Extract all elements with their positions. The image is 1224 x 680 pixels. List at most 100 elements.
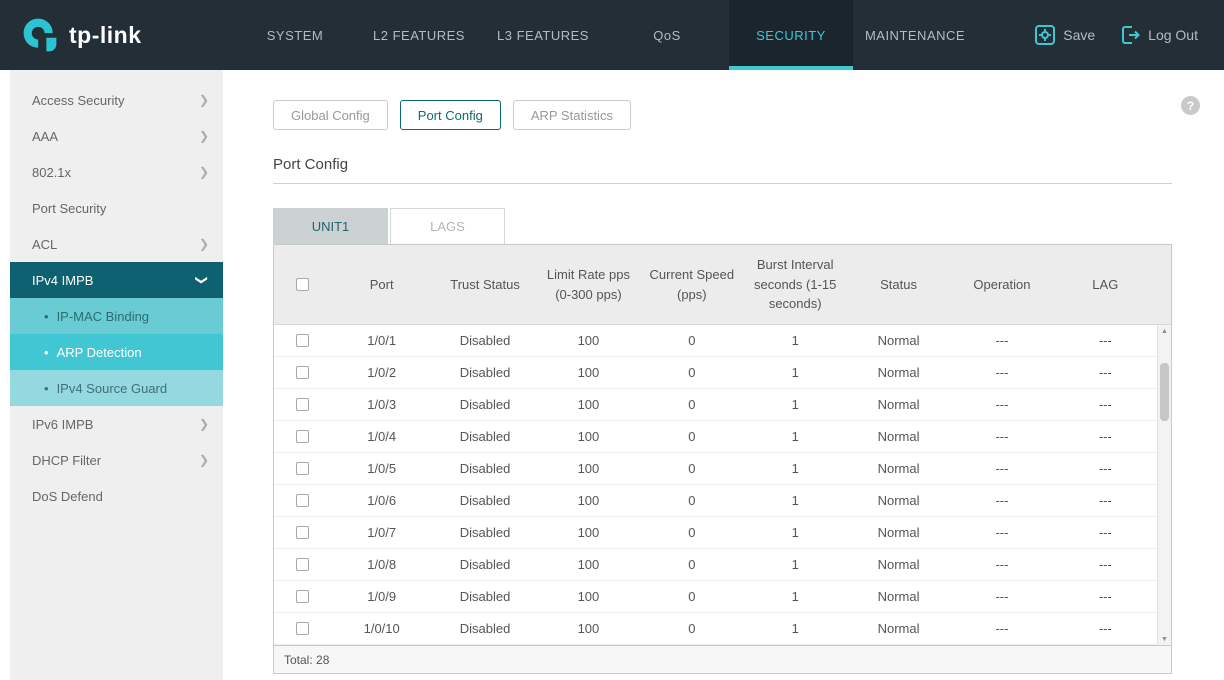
cell-trust-status: Disabled	[459, 397, 511, 412]
cell-limit-rate: 100	[577, 429, 600, 444]
cell-status: Normal	[877, 589, 920, 604]
sidebar-item-802-1x[interactable]: 802.1x ❯	[10, 154, 223, 190]
nav-item-security[interactable]: SECURITY	[729, 0, 853, 70]
cell-trust-status: Disabled	[459, 493, 511, 508]
tab-global-config[interactable]: Global Config	[273, 100, 388, 130]
save-button[interactable]: Save	[1034, 24, 1095, 46]
scroll-down-icon[interactable]: ▼	[1158, 633, 1171, 645]
cell-operation: ---	[995, 493, 1009, 508]
cell-port: 1/0/9	[367, 589, 397, 604]
row-checkbox-cell	[274, 366, 330, 379]
row-checkbox[interactable]	[295, 334, 309, 347]
cell-burst-interval: 1	[791, 557, 799, 572]
cell-burst-interval: 1	[791, 589, 799, 604]
sidebar-item-label: IPv6 IMPB	[32, 416, 94, 432]
row-checkbox[interactable]	[295, 462, 309, 475]
table-header: Port Trust Status Limit Rate pps (0-300 pp…	[274, 245, 1171, 325]
sidebar-item-label: IP-MAC Binding	[56, 308, 150, 324]
sidebar-item-ipv4-impb[interactable]: IPv4 IMPB ❯	[10, 262, 223, 298]
cell-status: Normal	[877, 397, 920, 412]
table-row: 1/0/4 Disabled 100 0 1 Normal --- ---	[274, 421, 1157, 453]
row-checkbox[interactable]	[295, 494, 309, 507]
unit-tabs: UNIT1 LAGS	[273, 208, 1224, 244]
cell-status: Normal	[877, 557, 920, 572]
sidebar-item-label: 802.1x	[32, 164, 72, 180]
sidebar-item-label: IPv4 Source Guard	[56, 380, 168, 396]
nav-item-l2-features[interactable]: L2 FEATURES	[357, 0, 481, 70]
sidebar-item-ipv6-impb[interactable]: IPv6 IMPB ❯	[10, 406, 223, 442]
sidebar-item-ip-mac-binding[interactable]: • IP-MAC Binding	[10, 298, 223, 334]
cell-status: Normal	[877, 493, 920, 508]
cell-port: 1/0/5	[367, 461, 397, 476]
row-checkbox[interactable]	[295, 366, 309, 379]
row-checkbox-cell	[274, 462, 330, 475]
unit-tab-lags[interactable]: LAGS	[390, 208, 505, 244]
cell-current-speed: 0	[688, 461, 696, 476]
cell-port: 1/0/6	[367, 493, 397, 508]
row-checkbox[interactable]	[295, 558, 309, 571]
sidebar-item-access-security[interactable]: Access Security ❯	[10, 82, 223, 118]
row-checkbox-cell	[274, 622, 330, 635]
cell-burst-interval: 1	[791, 397, 799, 412]
top-actions: Save Log Out	[1034, 0, 1224, 70]
row-checkbox[interactable]	[295, 622, 309, 635]
sidebar-item-aaa[interactable]: AAA ❯	[10, 118, 223, 154]
cell-lag: ---	[1098, 429, 1112, 444]
main-content: Global Config Port Config ARP Statistics ?…	[223, 70, 1224, 680]
header-checkbox-cell	[274, 272, 330, 297]
table-row: 1/0/10 Disabled 100 0 1 Normal --- ---	[274, 613, 1157, 645]
chevron-right-icon: ❯	[198, 453, 209, 467]
unit-tab-unit1[interactable]: UNIT1	[273, 208, 388, 244]
sidebar-item-dos-defend[interactable]: DoS Defend	[10, 478, 223, 514]
nav-item-maintenance[interactable]: MAINTENANCE	[853, 0, 977, 70]
cell-lag: ---	[1098, 589, 1112, 604]
row-checkbox-cell	[274, 334, 330, 347]
cell-port: 1/0/4	[367, 429, 397, 444]
help-icon[interactable]: ?	[1181, 96, 1200, 115]
row-checkbox[interactable]	[295, 398, 309, 411]
table-row: 1/0/3 Disabled 100 0 1 Normal --- ---	[274, 389, 1157, 421]
logout-button[interactable]: Log Out	[1119, 24, 1198, 46]
row-checkbox-cell	[274, 526, 330, 539]
column-header-trust-status: Trust Status	[450, 276, 520, 292]
sidebar-item-dhcp-filter[interactable]: DHCP Filter ❯	[10, 442, 223, 478]
cell-burst-interval: 1	[791, 493, 799, 508]
scrollbar-thumb[interactable]	[1160, 363, 1169, 421]
cell-lag: ---	[1098, 397, 1112, 412]
cell-operation: ---	[995, 397, 1009, 412]
cell-limit-rate: 100	[577, 525, 600, 540]
cell-burst-interval: 1	[791, 621, 799, 636]
sidebar-item-acl[interactable]: ACL ❯	[10, 226, 223, 262]
row-checkbox-cell	[274, 494, 330, 507]
row-checkbox[interactable]	[295, 590, 309, 603]
scroll-up-icon[interactable]: ▲	[1158, 325, 1171, 337]
column-header-status: Status	[880, 276, 917, 292]
nav-item-system[interactable]: SYSTEM	[233, 0, 357, 70]
brand-name: tp-link	[69, 21, 142, 48]
cell-limit-rate: 100	[577, 621, 600, 636]
tab-port-config[interactable]: Port Config	[399, 100, 501, 130]
tab-arp-statistics[interactable]: ARP Statistics	[512, 100, 631, 130]
sidebar-item-ipv4-source-guard[interactable]: • IPv4 Source Guard	[10, 370, 223, 406]
cell-trust-status: Disabled	[459, 525, 511, 540]
cell-burst-interval: 1	[791, 365, 799, 380]
sidebar-item-port-security[interactable]: Port Security	[10, 190, 223, 226]
tp-link-logo: tp-link	[0, 0, 233, 70]
cell-lag: ---	[1098, 525, 1112, 540]
select-all-checkbox[interactable]	[295, 278, 309, 291]
chevron-right-icon: ❯	[198, 417, 209, 431]
cell-current-speed: 0	[688, 429, 696, 444]
cell-burst-interval: 1	[791, 429, 799, 444]
nav-item-l3-features[interactable]: L3 FEATURES	[481, 0, 605, 70]
table-row: 1/0/9 Disabled 100 0 1 Normal --- ---	[274, 581, 1157, 613]
nav-item-qos[interactable]: QoS	[605, 0, 729, 70]
cell-trust-status: Disabled	[459, 557, 511, 572]
save-label: Save	[1063, 27, 1096, 43]
cell-current-speed: 0	[688, 493, 696, 508]
cell-current-speed: 0	[688, 397, 696, 412]
table-scrollbar[interactable]: ▲ ▼	[1157, 325, 1171, 645]
row-checkbox[interactable]	[295, 526, 309, 539]
row-checkbox[interactable]	[295, 430, 309, 443]
sidebar-item-arp-detection[interactable]: • ARP Detection	[10, 334, 223, 370]
cell-status: Normal	[877, 621, 920, 636]
